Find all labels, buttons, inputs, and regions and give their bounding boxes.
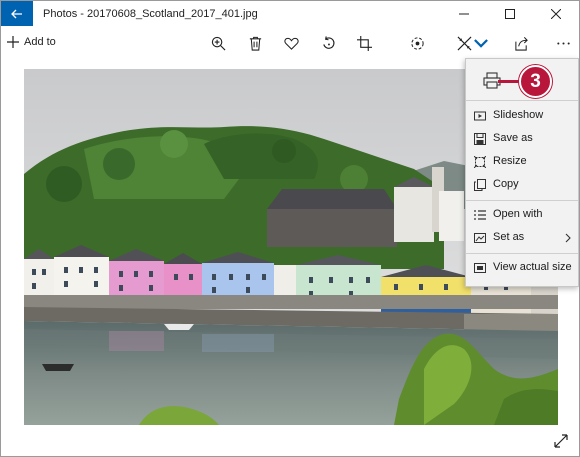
menu-item-label: Open with — [493, 208, 543, 220]
menu-item-open-with[interactable]: Open with — [466, 204, 578, 226]
add-to-button[interactable]: Add to — [7, 32, 56, 52]
set-as-icon — [474, 233, 486, 243]
plus-icon — [7, 36, 19, 48]
delete-icon — [249, 36, 261, 51]
open-with-icon — [474, 210, 486, 220]
edit-icon — [457, 36, 471, 50]
more-options-button[interactable] — [552, 32, 574, 54]
toolbar: Add to — [1, 26, 579, 59]
resize-icon — [474, 156, 486, 168]
minimize-icon — [459, 13, 469, 14]
menu-item-label: Slideshow — [493, 109, 544, 121]
enhance-button[interactable] — [406, 32, 428, 54]
menu-item-view-actual-size[interactable]: View actual size — [466, 257, 578, 279]
rotate-icon — [322, 35, 335, 49]
menu-item-slideshow[interactable]: Slideshow — [466, 105, 578, 127]
step-callout: 3 — [519, 65, 552, 98]
zoom-in-icon — [211, 36, 225, 50]
title-bar: Photos - 20170608_Scotland_2017_401.jpg — [1, 1, 579, 26]
share-button[interactable] — [510, 32, 532, 54]
expand-icon[interactable] — [553, 433, 569, 449]
edit-dropdown-button[interactable] — [474, 32, 488, 54]
chevron-right-icon — [565, 233, 571, 243]
rotate-button[interactable] — [317, 32, 339, 54]
delete-button[interactable] — [244, 32, 266, 54]
menu-item-label: Save as — [493, 132, 533, 144]
menu-separator — [466, 253, 578, 254]
maximize-icon — [505, 8, 515, 19]
menu-item-label: Copy — [493, 178, 519, 190]
menu-item-save-as[interactable]: Save as — [466, 128, 578, 150]
share-icon — [514, 36, 528, 51]
menu-separator — [466, 100, 578, 101]
menu-separator — [466, 200, 578, 201]
menu-item-label: View actual size — [493, 261, 572, 273]
menu-item-label: Resize — [493, 155, 527, 167]
save-icon — [474, 133, 486, 145]
crop-button[interactable] — [353, 32, 375, 54]
back-arrow-icon — [11, 9, 22, 18]
add-to-label: Add to — [24, 36, 56, 48]
back-button[interactable] — [1, 1, 33, 26]
menu-item-resize[interactable]: Resize — [466, 151, 578, 173]
more-options-menu: Slideshow Save as Resize Copy Open with … — [465, 58, 579, 287]
close-button[interactable] — [533, 1, 579, 26]
edit-create-button[interactable] — [453, 32, 475, 54]
menu-item-label: Set as — [493, 231, 525, 243]
window-title: Photos - 20170608_Scotland_2017_401.jpg — [43, 7, 258, 20]
crop-icon — [356, 35, 372, 51]
favorite-button[interactable] — [280, 32, 302, 54]
menu-item-set-as[interactable]: Set as — [466, 227, 578, 249]
copy-icon — [474, 179, 486, 191]
enhance-icon — [410, 36, 424, 50]
photos-app-window: Photos - 20170608_Scotland_2017_401.jpg … — [0, 0, 580, 457]
close-icon — [551, 8, 561, 19]
more-icon — [556, 41, 570, 45]
heart-icon — [283, 37, 299, 50]
actual-size-icon — [474, 263, 486, 273]
chevron-down-icon — [474, 38, 488, 48]
zoom-in-button[interactable] — [207, 32, 229, 54]
maximize-button[interactable] — [487, 1, 533, 26]
minimize-button[interactable] — [441, 1, 487, 26]
slideshow-icon — [474, 111, 486, 121]
menu-item-copy[interactable]: Copy — [466, 174, 578, 196]
